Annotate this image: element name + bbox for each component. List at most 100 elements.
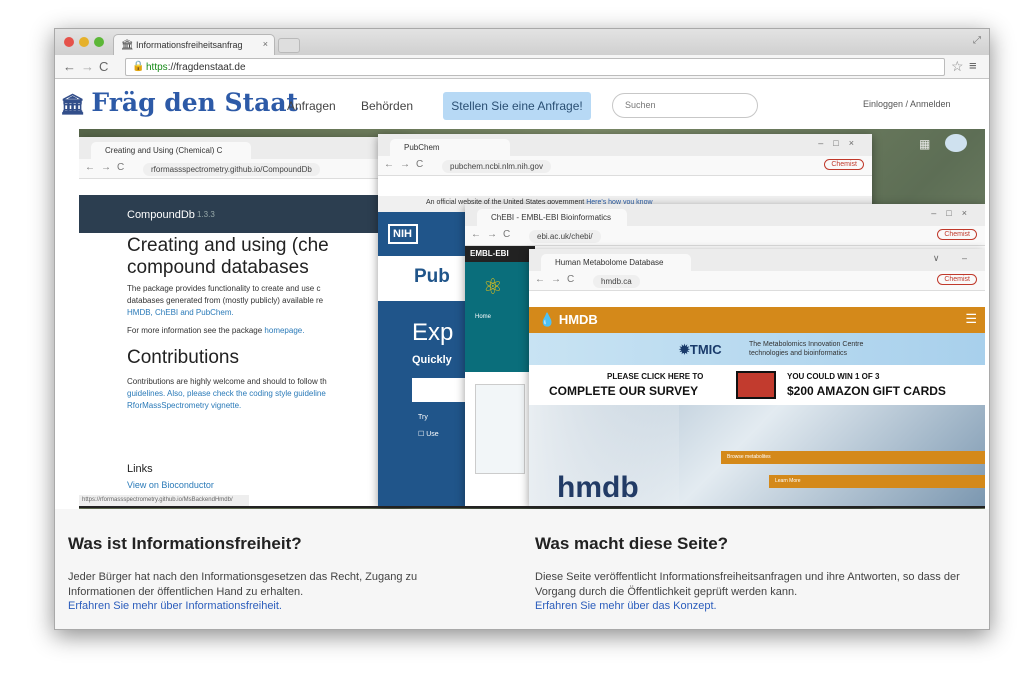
apps-grid-icon: ▦ bbox=[919, 137, 931, 151]
screenshot-compounddb: Creating and Using (Chemical) C ←→C rfor… bbox=[79, 137, 409, 507]
chebi-molecule-icon: ⚛ bbox=[483, 274, 503, 299]
compounddb-navbar: CompoundDb 1.3.3 bbox=[79, 195, 409, 233]
survey-banner[interactable]: PLEASE CLICK HERE TO COMPLETE OUR SURVEY… bbox=[529, 365, 985, 405]
hmdb-brand: 💧 HMDB bbox=[539, 312, 598, 327]
nih-logo: NIH bbox=[388, 224, 418, 244]
info-section: Was ist Informationsfreiheit? Jeder Bürg… bbox=[55, 509, 989, 629]
browser-toolbar: ← → C 🔒 https://fragdenstaat.de ☆ ≡ bbox=[55, 55, 989, 79]
avatar bbox=[945, 134, 967, 152]
request-button[interactable]: Stellen Sie eine Anfrage! bbox=[443, 92, 591, 120]
chrome-url: rformassspectrometry.github.io/CompoundD… bbox=[143, 163, 320, 176]
window-controls-icons: –□× bbox=[931, 208, 977, 218]
chrome-titlebar: PubChem –□× bbox=[378, 134, 872, 156]
compounddb-brand: CompoundDb bbox=[127, 209, 195, 221]
building-icon: 🏛 bbox=[121, 40, 134, 51]
address-bar[interactable]: 🔒 https://fragdenstaat.de bbox=[125, 58, 945, 76]
pubchem-logo: Pub bbox=[414, 266, 450, 287]
info-right-heading: Was macht diese Seite? bbox=[535, 534, 729, 553]
chrome-addressbar: ←→C rformassspectrometry.github.io/Compo… bbox=[79, 159, 409, 179]
info-right-link[interactable]: Erfahren Sie mehr über das Konzept. bbox=[535, 600, 717, 612]
hmdb-navbar: 💧 HMDB ☰ bbox=[529, 307, 985, 333]
tmic-banner: ✹TMIC The Metabolomics Innovation Centre… bbox=[529, 333, 985, 365]
browse-button[interactable]: Browse metabolites bbox=[721, 451, 985, 464]
window-controls-icons: –□× bbox=[818, 138, 864, 148]
nav-behoerden[interactable]: Behörden bbox=[361, 99, 413, 113]
bioconductor-link[interactable]: View on Bioconductor bbox=[127, 480, 214, 490]
links-heading: Links bbox=[127, 463, 153, 475]
compounddb-text-3: For more information see the package hom… bbox=[127, 326, 304, 335]
chrome-addressbar: ←→C hmdb.ca Chemist bbox=[529, 271, 985, 291]
learn-more-button[interactable]: Learn More bbox=[769, 475, 985, 488]
chebi-panel bbox=[475, 384, 525, 474]
tab-active[interactable]: 🏛 Informationsfreiheitsanfrag × bbox=[113, 34, 275, 55]
compounddb-text-6[interactable]: RforMassSpectrometry vignette. bbox=[127, 401, 241, 410]
homepage-link[interactable]: homepage. bbox=[264, 326, 304, 335]
site-logo-text: Fräg den Staat bbox=[91, 88, 299, 117]
chrome-titlebar: ChEBI - EMBL-EBI Bioinformatics –□× bbox=[465, 204, 985, 226]
zoom-window-button[interactable] bbox=[94, 37, 104, 47]
nav-anfragen[interactable]: Anfragen bbox=[287, 99, 336, 113]
profile-chip[interactable]: Chemist bbox=[937, 229, 977, 240]
forward-icon[interactable]: → bbox=[81, 59, 94, 74]
quick-text: Quickly bbox=[412, 354, 452, 366]
compounddb-text-3-main: For more information see the package bbox=[127, 326, 263, 335]
screenshot-hmdb: Human Metabolome Database ∨ – ←→C hmdb.c… bbox=[529, 249, 985, 507]
fullscreen-icon[interactable]: ⤢ bbox=[973, 35, 981, 46]
tmic-logo: ✹TMIC bbox=[679, 342, 722, 357]
tmic-text-2: technologies and bioinformatics bbox=[749, 350, 848, 357]
compounddb-title-2: compound databases bbox=[127, 257, 309, 278]
window-controls bbox=[64, 37, 104, 47]
chrome-nav-icons: ←→C bbox=[384, 159, 430, 170]
tmic-logo-text: TMIC bbox=[689, 342, 722, 357]
profile-chip[interactable]: Chemist bbox=[937, 274, 977, 285]
window-controls-icons: ∨ – bbox=[932, 253, 977, 263]
site-header: 🏛 Fräg den Staat Anfragen Behörden Stelle… bbox=[55, 80, 989, 128]
ebi-bar: EMBL-EBI bbox=[465, 246, 535, 262]
tab-title: Informationsfreiheitsanfrag bbox=[136, 40, 243, 50]
profile-chip[interactable]: Chemist bbox=[824, 159, 864, 170]
hamburger-icon[interactable]: ☰ bbox=[965, 311, 977, 327]
compounddb-version: 1.3.3 bbox=[197, 210, 215, 219]
login-link[interactable]: Einloggen / Anmelden bbox=[863, 99, 951, 109]
hmdb-logo: hmdb bbox=[557, 471, 639, 504]
chrome-addressbar: ←→C ebi.ac.uk/chebi/ Chemist bbox=[465, 226, 985, 246]
browser-window: 🏛 Informationsfreiheitsanfrag × ⤢ ← → C … bbox=[54, 28, 990, 630]
chrome-tab: Creating and Using (Chemical) C bbox=[91, 142, 251, 159]
building-icon: 🏛 bbox=[60, 92, 86, 116]
close-window-button[interactable] bbox=[64, 37, 74, 47]
explore-heading: Exp bbox=[412, 319, 454, 346]
info-left-text: Jeder Bürger hat nach den Informationsge… bbox=[68, 571, 418, 598]
compounddb-links-1[interactable]: HMDB, ChEBI and PubChem. bbox=[127, 308, 234, 317]
hero-bottom-border bbox=[79, 506, 985, 508]
back-icon[interactable]: ← bbox=[63, 59, 76, 74]
try-label: Try bbox=[418, 414, 428, 421]
pubchem-search-input[interactable] bbox=[412, 378, 468, 402]
use-checkbox[interactable]: ☐ Use bbox=[418, 430, 439, 438]
info-right-text: Diese Seite veröffentlicht Informationsf… bbox=[535, 571, 960, 598]
site-logo[interactable]: 🏛 Fräg den Staat bbox=[60, 88, 298, 117]
minimize-window-button[interactable] bbox=[79, 37, 89, 47]
chebi-header: ⚛ Home bbox=[465, 262, 535, 372]
info-left-heading: Was ist Informationsfreiheit? bbox=[68, 534, 302, 553]
survey-line-1: PLEASE CLICK HERE TO bbox=[607, 372, 704, 381]
survey-icon bbox=[736, 371, 776, 399]
pubchem-logo-area: Pub bbox=[378, 256, 468, 301]
bookmark-star-icon[interactable]: ☆ bbox=[951, 58, 964, 75]
tab-strip: 🏛 Informationsfreiheitsanfrag × ⤢ bbox=[55, 29, 989, 55]
chrome-nav-icons: ←→C bbox=[471, 229, 517, 240]
chebi-home-link[interactable]: Home bbox=[475, 314, 491, 320]
reload-icon[interactable]: C bbox=[99, 59, 108, 74]
chrome-url: ebi.ac.uk/chebi/ bbox=[529, 230, 601, 243]
menu-icon[interactable]: ≡ bbox=[969, 58, 977, 73]
chrome-addressbar: ←→C pubchem.ncbi.nlm.nih.gov Chemist bbox=[378, 156, 872, 176]
contributions-heading: Contributions bbox=[127, 347, 239, 368]
tab-close-icon[interactable]: × bbox=[263, 39, 268, 49]
chrome-nav-icons: ←→C bbox=[535, 274, 581, 285]
compounddb-text-5[interactable]: guidelines. Also, please check the codin… bbox=[127, 389, 326, 398]
lock-icon: 🔒 bbox=[132, 61, 145, 72]
hmdb-brand-text: HMDB bbox=[558, 312, 598, 327]
search-input[interactable]: Suchen bbox=[612, 93, 758, 118]
new-tab-button[interactable] bbox=[278, 38, 300, 53]
info-left-link[interactable]: Erfahren Sie mehr über Informationsfreih… bbox=[68, 600, 282, 612]
hero-image: ▦ Creating and Using (Chemical) C ←→C rf… bbox=[79, 129, 985, 509]
